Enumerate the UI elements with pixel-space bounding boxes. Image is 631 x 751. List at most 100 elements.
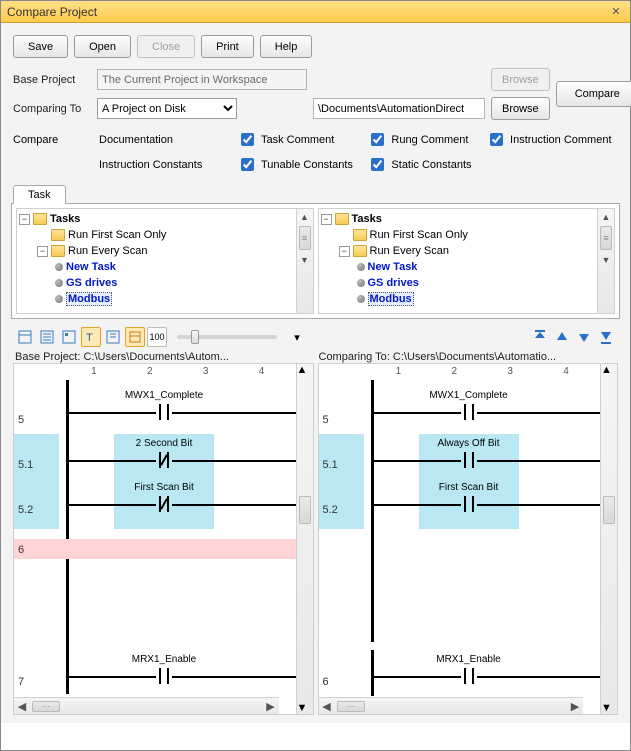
tunable-constants-check[interactable]: Tunable Constants bbox=[237, 155, 359, 174]
contact-no-icon bbox=[461, 496, 477, 512]
contact-no-icon bbox=[156, 668, 172, 684]
base-path-label: Base Project: C:\Users\Documents\Autom..… bbox=[15, 351, 313, 363]
bullet-icon bbox=[55, 263, 63, 271]
project-form: Base Project Browse Compare Comparing To… bbox=[13, 68, 618, 120]
compare-button[interactable]: Compare bbox=[556, 81, 631, 107]
folder-icon bbox=[335, 213, 349, 225]
tree-item-modbus[interactable]: Modbus bbox=[66, 292, 112, 306]
bullet-icon bbox=[357, 295, 365, 303]
ladder-compare-area: 1234 5 5.1 5.2 6 7 MWX1_Complete 2 Secon… bbox=[13, 363, 618, 715]
contact-label: First Scan Bit bbox=[104, 482, 224, 493]
browse-compare-button[interactable]: Browse bbox=[491, 97, 550, 120]
tool-icon-4[interactable]: T bbox=[81, 327, 101, 347]
comparing-to-path[interactable] bbox=[313, 98, 485, 119]
tree-item[interactable]: Run Every Scan bbox=[370, 245, 449, 257]
contact-label: MRX1_Enable bbox=[104, 654, 224, 665]
title-bar: Compare Project ✕ bbox=[1, 1, 630, 23]
tree-item[interactable]: Run Every Scan bbox=[68, 245, 147, 257]
tree-item-gs-drives[interactable]: GS drives bbox=[66, 277, 117, 289]
documentation-label: Documentation bbox=[99, 134, 229, 146]
tool-icon-2[interactable] bbox=[37, 327, 57, 347]
nav-first-icon[interactable] bbox=[530, 327, 550, 347]
tool-icon-3[interactable] bbox=[59, 327, 79, 347]
tab-bar: Task bbox=[13, 184, 622, 203]
tab-task[interactable]: Task bbox=[13, 185, 66, 204]
collapse-icon[interactable]: − bbox=[19, 214, 30, 225]
base-tree[interactable]: − Tasks Run First Scan Only − Run Every Sc… bbox=[17, 209, 296, 313]
tree-item-new-task[interactable]: New Task bbox=[66, 261, 116, 273]
contact-label: MRX1_Enable bbox=[409, 654, 529, 665]
rung-num: 6 bbox=[18, 544, 24, 556]
tree-item-new-task[interactable]: New Task bbox=[368, 261, 418, 273]
tree-item[interactable]: Run First Scan Only bbox=[68, 229, 166, 241]
folder-icon bbox=[353, 229, 367, 241]
collapse-icon[interactable]: − bbox=[321, 214, 332, 225]
rung-comment-check[interactable]: Rung Comment bbox=[367, 130, 478, 149]
print-button[interactable]: Print bbox=[201, 35, 254, 58]
base-ladder[interactable]: 1234 5 5.1 5.2 6 7 MWX1_Complete 2 Secon… bbox=[14, 364, 296, 714]
tool-icon-5[interactable] bbox=[103, 327, 123, 347]
vscrollbar[interactable]: ▲▼ bbox=[296, 209, 313, 313]
help-button[interactable]: Help bbox=[260, 35, 313, 58]
compare-tree-pane: − Tasks Run First Scan Only − Run Every Sc… bbox=[318, 208, 616, 314]
window-title: Compare Project bbox=[7, 5, 608, 19]
rung-num: 6 bbox=[323, 676, 329, 688]
folder-icon bbox=[51, 229, 65, 241]
bullet-icon bbox=[357, 263, 365, 271]
zoom-100-button[interactable]: 100 bbox=[147, 327, 167, 347]
instruction-comment-check[interactable]: Instruction Comment bbox=[486, 130, 618, 149]
compare-ladder[interactable]: 1234 5 5.1 5.2 6 MWX1_Complete Always Of… bbox=[319, 364, 601, 714]
folder-icon bbox=[353, 245, 367, 257]
dropdown-icon[interactable]: ▾ bbox=[287, 327, 307, 347]
contact-no-icon bbox=[461, 404, 477, 420]
tool-icon-1[interactable] bbox=[15, 327, 35, 347]
contact-label: 2 Second Bit bbox=[104, 438, 224, 449]
tree-root[interactable]: Tasks bbox=[50, 213, 80, 225]
base-project-field bbox=[97, 69, 307, 90]
collapse-icon[interactable]: − bbox=[37, 246, 48, 257]
contact-label: MWX1_Complete bbox=[104, 390, 224, 401]
base-project-label: Base Project bbox=[13, 74, 91, 86]
paths-row: Base Project: C:\Users\Documents\Autom..… bbox=[15, 351, 616, 363]
compare-tree[interactable]: − Tasks Run First Scan Only − Run Every Sc… bbox=[319, 209, 598, 313]
bullet-icon bbox=[357, 279, 365, 287]
base-ladder-pane: 1234 5 5.1 5.2 6 7 MWX1_Complete 2 Secon… bbox=[13, 363, 314, 715]
close-icon[interactable]: ✕ bbox=[608, 5, 624, 18]
vscrollbar[interactable]: ▲▼ bbox=[296, 364, 313, 714]
tool-icon-6[interactable] bbox=[125, 327, 145, 347]
folder-icon bbox=[33, 213, 47, 225]
contact-label: MWX1_Complete bbox=[409, 390, 529, 401]
static-constants-check[interactable]: Static Constants bbox=[367, 155, 478, 174]
nav-prev-icon[interactable] bbox=[552, 327, 572, 347]
nav-last-icon[interactable] bbox=[596, 327, 616, 347]
vscrollbar[interactable]: ▲▼ bbox=[597, 209, 614, 313]
compare-options: Compare Documentation Task Comment Rung … bbox=[13, 130, 618, 174]
task-comment-check[interactable]: Task Comment bbox=[237, 130, 359, 149]
hscrollbar[interactable]: ◀▶ bbox=[319, 697, 584, 714]
nav-next-icon[interactable] bbox=[574, 327, 594, 347]
contact-label: Always Off Bit bbox=[409, 438, 529, 449]
tree-item[interactable]: Run First Scan Only bbox=[370, 229, 468, 241]
tree-root[interactable]: Tasks bbox=[352, 213, 382, 225]
contact-no-icon bbox=[156, 404, 172, 420]
compare-label: Compare bbox=[13, 134, 91, 146]
rung-num: 5.2 bbox=[323, 504, 338, 516]
toolbar: T 100 ▾ bbox=[11, 325, 620, 349]
close-button: Close bbox=[137, 35, 195, 58]
bullet-icon bbox=[55, 295, 63, 303]
comparing-to-select[interactable]: A Project on Disk bbox=[97, 98, 237, 119]
collapse-icon[interactable]: − bbox=[339, 246, 350, 257]
save-button[interactable]: Save bbox=[13, 35, 68, 58]
compare-path-label: Comparing To: C:\Users\Documents\Automat… bbox=[319, 351, 617, 363]
open-button[interactable]: Open bbox=[74, 35, 131, 58]
folder-icon bbox=[51, 245, 65, 257]
zoom-slider[interactable] bbox=[177, 335, 277, 339]
rung-num: 5.1 bbox=[323, 459, 338, 471]
svg-text:T: T bbox=[86, 332, 93, 344]
tree-item-gs-drives[interactable]: GS drives bbox=[368, 277, 419, 289]
rung-num: 5.1 bbox=[18, 459, 33, 471]
vscrollbar[interactable]: ▲▼ bbox=[600, 364, 617, 714]
tree-item-modbus[interactable]: Modbus bbox=[368, 292, 414, 306]
hscrollbar[interactable]: ◀▶ bbox=[14, 697, 279, 714]
contact-nc-icon bbox=[156, 452, 172, 468]
